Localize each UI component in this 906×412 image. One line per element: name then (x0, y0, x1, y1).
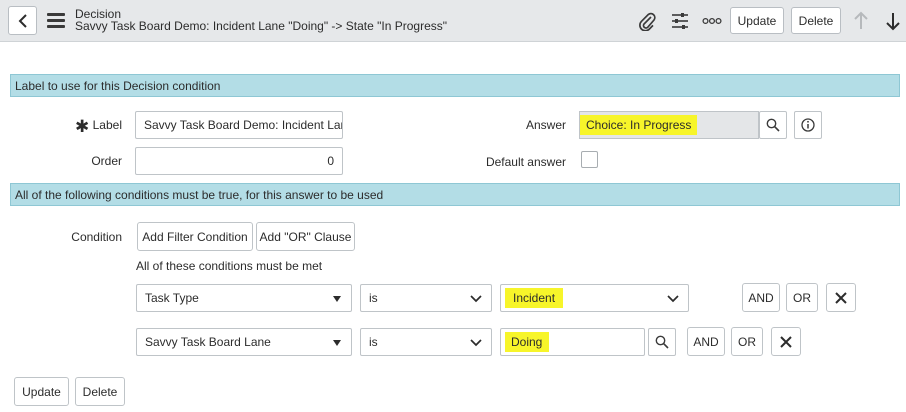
condition-field-value: Task Type (145, 291, 199, 305)
update-button[interactable]: Update (14, 377, 69, 406)
and-condition-button[interactable]: AND (742, 283, 780, 312)
or-condition-button[interactable]: OR (786, 283, 818, 312)
chevron-down-icon (470, 337, 482, 351)
condition-value-input[interactable]: Doing (500, 328, 645, 356)
hamburger-menu-icon[interactable] (47, 13, 65, 29)
default-answer-field-label: Default answer (485, 155, 566, 169)
more-options-icon[interactable] (701, 10, 723, 32)
add-filter-condition-button[interactable]: Add Filter Condition (137, 222, 253, 251)
answer-info-button[interactable] (794, 111, 822, 139)
chevron-left-icon (18, 13, 27, 28)
required-indicator: ✱ (75, 117, 90, 136)
search-icon (655, 335, 669, 349)
form-subtitle: Savvy Task Board Demo: Incident Lane "Do… (75, 19, 448, 33)
next-record-icon[interactable] (882, 10, 904, 32)
condition-field-select[interactable]: Task Type (136, 284, 352, 312)
delete-condition-button[interactable] (771, 327, 801, 356)
info-icon (801, 118, 815, 132)
condition-value-lookup-button[interactable] (648, 328, 676, 356)
condition-operator-select[interactable]: is (360, 284, 492, 312)
answer-value: Choice: In Progress (580, 115, 698, 135)
header-update-button[interactable]: Update (730, 7, 784, 34)
section-header-conditions: All of the following conditions must be … (10, 183, 900, 206)
section-header-label: Label to use for this Decision condition (10, 74, 900, 97)
default-answer-checkbox[interactable] (581, 151, 598, 168)
label-field-label: Label (92, 118, 122, 132)
condition-field-value: Savvy Task Board Lane (145, 335, 271, 349)
condition-value: Incident (505, 288, 564, 308)
add-or-clause-button[interactable]: Add "OR" Clause (256, 222, 355, 251)
chevron-down-icon (667, 293, 679, 307)
order-input[interactable]: 0 (135, 147, 343, 175)
answer-field-label: Answer (525, 118, 566, 132)
close-icon (835, 291, 847, 304)
condition-field-select[interactable]: Savvy Task Board Lane (136, 328, 352, 356)
settings-sliders-icon[interactable] (669, 10, 691, 32)
close-icon (780, 335, 792, 348)
label-input[interactable]: Savvy Task Board Demo: Incident Lane (135, 111, 343, 139)
previous-record-icon[interactable] (850, 10, 872, 32)
paperclip-icon[interactable] (636, 10, 658, 32)
condition-operator-select[interactable]: is (360, 328, 492, 356)
form-header: Decision Savvy Task Board Demo: Incident… (0, 0, 906, 42)
order-field-label: Order (91, 154, 122, 168)
or-condition-button[interactable]: OR (731, 327, 763, 356)
dropdown-arrow-icon (332, 293, 342, 307)
dropdown-arrow-icon (332, 337, 342, 351)
search-icon (766, 118, 780, 132)
header-delete-button[interactable]: Delete (791, 7, 841, 34)
condition-value: Doing (505, 332, 549, 352)
delete-button[interactable]: Delete (75, 377, 125, 406)
condition-operator-value: is (369, 291, 378, 305)
conditions-must-be-met-text: All of these conditions must be met (136, 259, 323, 273)
condition-field-label: Condition (71, 230, 122, 244)
answer-lookup-button[interactable] (759, 111, 787, 139)
condition-operator-value: is (369, 335, 378, 349)
back-button[interactable] (8, 6, 37, 35)
and-condition-button[interactable]: AND (687, 327, 725, 356)
answer-reference-field[interactable]: Choice: In Progress (579, 111, 759, 139)
chevron-down-icon (470, 293, 482, 307)
condition-value-select[interactable]: Incident (500, 284, 689, 312)
delete-condition-button[interactable] (826, 283, 856, 312)
